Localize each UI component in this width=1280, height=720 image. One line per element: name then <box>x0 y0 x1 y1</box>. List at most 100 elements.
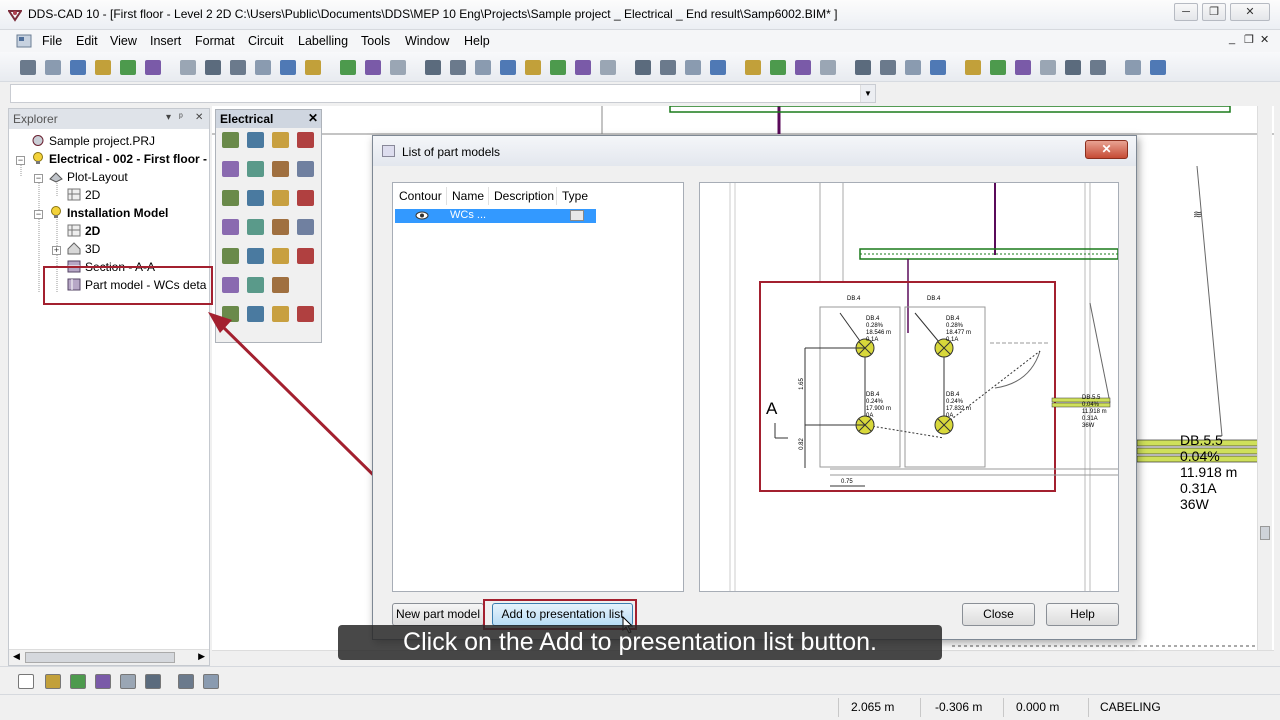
toolbar-tool-icon[interactable] <box>390 60 406 75</box>
toolbar-tool-icon[interactable] <box>965 60 981 75</box>
electrical-symbol-icon[interactable] <box>272 190 289 206</box>
snap-tool-icon[interactable] <box>145 674 161 689</box>
toolbar-tool-icon[interactable] <box>230 60 246 75</box>
electrical-symbol-icon[interactable] <box>247 132 264 148</box>
snap-tool-icon[interactable] <box>95 674 111 689</box>
column-type[interactable]: Type <box>562 189 588 203</box>
menu-insert[interactable]: Insert <box>150 34 181 48</box>
toolbar-tool-icon[interactable] <box>95 60 111 75</box>
toolbar-tool-icon[interactable] <box>600 60 616 75</box>
column-contour[interactable]: Contour <box>399 189 442 203</box>
electrical-symbol-icon[interactable] <box>222 248 239 264</box>
toolbar-tool-icon[interactable] <box>70 60 86 75</box>
menu-circuit[interactable]: Circuit <box>248 34 283 48</box>
toolbar-tool-icon[interactable] <box>305 60 321 75</box>
toolbar-tool-icon[interactable] <box>145 60 161 75</box>
close-icon[interactable]: ✕ <box>308 111 318 125</box>
toolbar-tool-icon[interactable] <box>1090 60 1106 75</box>
close-window-button[interactable]: ✕ <box>1230 3 1270 21</box>
toolbar-tool-icon[interactable] <box>1150 60 1166 75</box>
electrical-symbol-icon[interactable] <box>247 161 264 177</box>
electrical-symbol-icon[interactable] <box>247 190 264 206</box>
table-row[interactable]: WCs ... <box>395 209 596 223</box>
toolbar-tool-icon[interactable] <box>660 60 676 75</box>
pin-icon[interactable]: ᵖ <box>179 112 183 123</box>
toolbar-tool-icon[interactable] <box>575 60 591 75</box>
tree-item-model-3d[interactable]: 3D <box>67 242 100 260</box>
toolbar-tool-icon[interactable] <box>710 60 726 75</box>
chevron-down-icon[interactable]: ▼ <box>860 85 875 102</box>
mdi-close-button[interactable]: ✕ <box>1260 33 1269 46</box>
explorer-scrollbar[interactable]: ◀ ▶ <box>9 649 209 665</box>
toolbar-tool-icon[interactable] <box>855 60 871 75</box>
menu-help[interactable]: Help <box>464 34 490 48</box>
toolbar-tool-icon[interactable] <box>685 60 701 75</box>
toolbar-tool-icon[interactable] <box>340 60 356 75</box>
dialog-close-button[interactable]: ✕ <box>1085 140 1128 159</box>
toolbar-tool-icon[interactable] <box>745 60 761 75</box>
menu-view[interactable]: View <box>110 34 137 48</box>
electrical-symbol-icon[interactable] <box>247 219 264 235</box>
electrical-symbol-icon[interactable] <box>272 161 289 177</box>
toolbar-tool-icon[interactable] <box>550 60 566 75</box>
mdi-restore-button[interactable]: ❐ <box>1244 33 1254 46</box>
toolbar-tool-icon[interactable] <box>905 60 921 75</box>
toolbar-tool-icon[interactable] <box>205 60 221 75</box>
electrical-symbol-icon[interactable] <box>297 248 314 264</box>
toolbar-tool-icon[interactable] <box>280 60 296 75</box>
menu-edit[interactable]: Edit <box>76 34 98 48</box>
electrical-symbol-icon[interactable] <box>297 219 314 235</box>
snap-tool-icon[interactable] <box>18 674 34 689</box>
collapse-icon[interactable]: − <box>16 156 25 165</box>
toolbar-tool-icon[interactable] <box>45 60 61 75</box>
toolbar-tool-icon[interactable] <box>1040 60 1056 75</box>
close-button[interactable]: Close <box>962 603 1035 626</box>
expand-icon[interactable]: + <box>52 246 61 255</box>
electrical-symbol-icon[interactable] <box>272 132 289 148</box>
toolbar-tool-icon[interactable] <box>450 60 466 75</box>
tree-item-plot-layout[interactable]: Plot-Layout <box>49 170 128 188</box>
toolbar-tool-icon[interactable] <box>635 60 651 75</box>
tree-item-installation-model[interactable]: Installation Model <box>49 206 168 224</box>
electrical-symbol-icon[interactable] <box>272 277 289 293</box>
electrical-symbol-icon[interactable] <box>222 219 239 235</box>
toolbar-tool-icon[interactable] <box>20 60 36 75</box>
toolbar-tool-icon[interactable] <box>770 60 786 75</box>
electrical-symbol-icon[interactable] <box>297 190 314 206</box>
collapse-icon[interactable]: − <box>34 174 43 183</box>
tree-item-model-2d[interactable]: 2D <box>67 224 100 242</box>
toolbar-tool-icon[interactable] <box>180 60 196 75</box>
toolbar-tool-icon[interactable] <box>500 60 516 75</box>
chevron-left-icon[interactable]: ◀ <box>13 651 20 662</box>
toolbar-tool-icon[interactable] <box>255 60 271 75</box>
help-button[interactable]: Help <box>1046 603 1119 626</box>
electrical-symbol-icon[interactable] <box>297 132 314 148</box>
electrical-symbol-icon[interactable] <box>247 248 264 264</box>
column-description[interactable]: Description <box>494 189 554 203</box>
part-model-list[interactable]: Contour Name Description Type WCs ... <box>392 182 684 592</box>
electrical-symbol-icon[interactable] <box>297 161 314 177</box>
snap-tool-icon[interactable] <box>70 674 86 689</box>
toolbar-tool-icon[interactable] <box>795 60 811 75</box>
tree-item-project[interactable]: Sample project.PRJ <box>31 134 155 152</box>
electrical-symbol-icon[interactable] <box>272 248 289 264</box>
snap-tool-icon[interactable] <box>120 674 136 689</box>
snap-tool-icon[interactable] <box>45 674 61 689</box>
electrical-symbol-icon[interactable] <box>272 219 289 235</box>
toolbar-tool-icon[interactable] <box>930 60 946 75</box>
toolbar-tool-icon[interactable] <box>1125 60 1141 75</box>
toolbar-tool-icon[interactable] <box>880 60 896 75</box>
toolbar-tool-icon[interactable] <box>990 60 1006 75</box>
dropdown-icon[interactable]: ▾ <box>166 112 171 123</box>
collapse-icon[interactable]: − <box>34 210 43 219</box>
vertical-scrollbar[interactable] <box>1257 106 1272 652</box>
menu-file[interactable]: File <box>42 34 62 48</box>
minimize-button[interactable]: ─ <box>1174 3 1198 21</box>
electrical-symbol-icon[interactable] <box>222 132 239 148</box>
menu-labelling[interactable]: Labelling <box>298 34 348 48</box>
toolbar-tool-icon[interactable] <box>120 60 136 75</box>
menu-window[interactable]: Window <box>405 34 449 48</box>
toolbar-tool-icon[interactable] <box>365 60 381 75</box>
toolbar-tool-icon[interactable] <box>820 60 836 75</box>
tree-item-plot-2d[interactable]: 2D <box>67 188 100 206</box>
